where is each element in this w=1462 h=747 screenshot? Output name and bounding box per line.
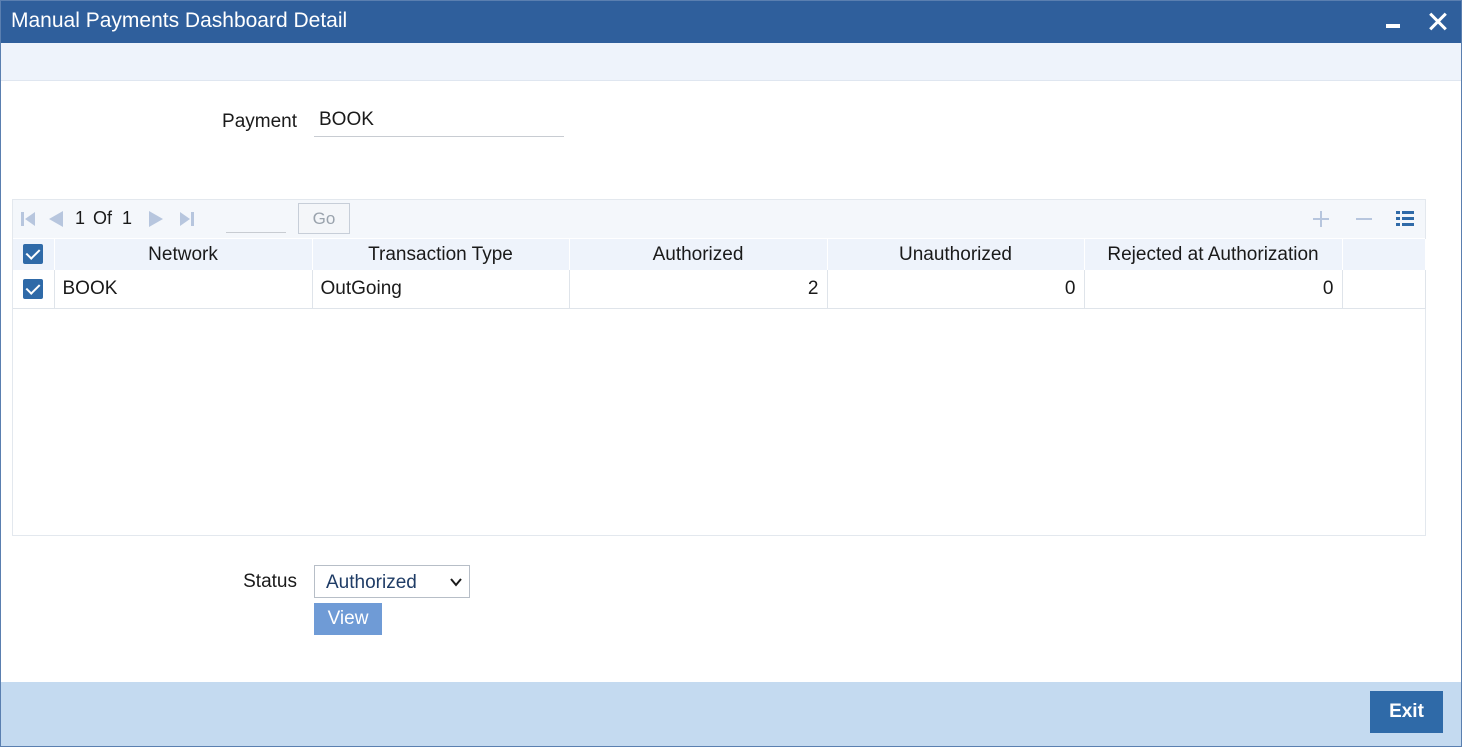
chevron-down-icon bbox=[450, 578, 462, 587]
column-header-transaction-type[interactable]: Transaction Type bbox=[312, 239, 570, 270]
grid-header-row: Network Transaction Type Authorized Unau… bbox=[13, 239, 1426, 270]
row-checkbox[interactable] bbox=[23, 278, 44, 299]
total-pages: 1 bbox=[122, 208, 133, 228]
payment-label: Payment bbox=[222, 111, 297, 132]
column-header-authorized[interactable]: Authorized bbox=[569, 239, 828, 270]
next-page-icon[interactable] bbox=[147, 210, 165, 228]
window-title: Manual Payments Dashboard Detail bbox=[11, 9, 348, 32]
first-page-icon[interactable] bbox=[19, 210, 37, 228]
cell-network: BOOK bbox=[54, 270, 313, 309]
add-row-icon[interactable] bbox=[1310, 208, 1332, 230]
page-of-label: Of bbox=[93, 208, 113, 228]
close-icon[interactable] bbox=[1424, 8, 1452, 36]
status-select[interactable]: Authorized bbox=[314, 565, 470, 598]
select-all-checkbox[interactable] bbox=[23, 244, 44, 265]
grid-pager: 1 Of 1 Go bbox=[13, 200, 1425, 238]
remove-row-icon[interactable] bbox=[1353, 208, 1375, 230]
column-header-rejected[interactable]: Rejected at Authorization bbox=[1084, 239, 1343, 270]
title-bar: Manual Payments Dashboard Detail bbox=[1, 1, 1461, 43]
cell-rejected: 0 bbox=[1084, 270, 1343, 309]
minimize-icon[interactable] bbox=[1379, 8, 1407, 36]
dashboard-detail-window: Manual Payments Dashboard Detail Payment… bbox=[0, 0, 1462, 747]
grid-table: Network Transaction Type Authorized Unau… bbox=[13, 239, 1426, 309]
status-selected-value: Authorized bbox=[326, 572, 417, 593]
cell-transaction-type: OutGoing bbox=[312, 270, 570, 309]
last-page-icon[interactable] bbox=[178, 210, 196, 228]
page-number-input[interactable] bbox=[226, 206, 286, 233]
select-all-checkbox-cell bbox=[13, 239, 55, 270]
column-header-spacer bbox=[1342, 239, 1426, 270]
network-grid: 1 Of 1 Go Network Transaction Type Autho… bbox=[12, 199, 1426, 536]
column-header-unauthorized[interactable]: Unauthorized bbox=[827, 239, 1085, 270]
columns-icon[interactable] bbox=[1394, 208, 1416, 230]
previous-page-icon[interactable] bbox=[47, 210, 65, 228]
view-button[interactable]: View bbox=[314, 603, 382, 635]
table-row[interactable]: BOOK OutGoing 2 0 0 bbox=[13, 270, 1426, 309]
row-checkbox-cell bbox=[13, 270, 55, 309]
status-label: Status bbox=[243, 571, 297, 592]
toolbar-strip bbox=[1, 43, 1461, 81]
exit-button[interactable]: Exit bbox=[1370, 691, 1443, 733]
cell-spacer bbox=[1342, 270, 1426, 309]
cell-authorized: 2 bbox=[569, 270, 828, 309]
column-header-network[interactable]: Network bbox=[54, 239, 313, 270]
current-page: 1 bbox=[75, 208, 86, 228]
payment-field[interactable] bbox=[314, 104, 564, 137]
footer-bar: Exit bbox=[1, 682, 1461, 746]
go-button[interactable]: Go bbox=[298, 203, 350, 234]
cell-unauthorized: 0 bbox=[827, 270, 1085, 309]
